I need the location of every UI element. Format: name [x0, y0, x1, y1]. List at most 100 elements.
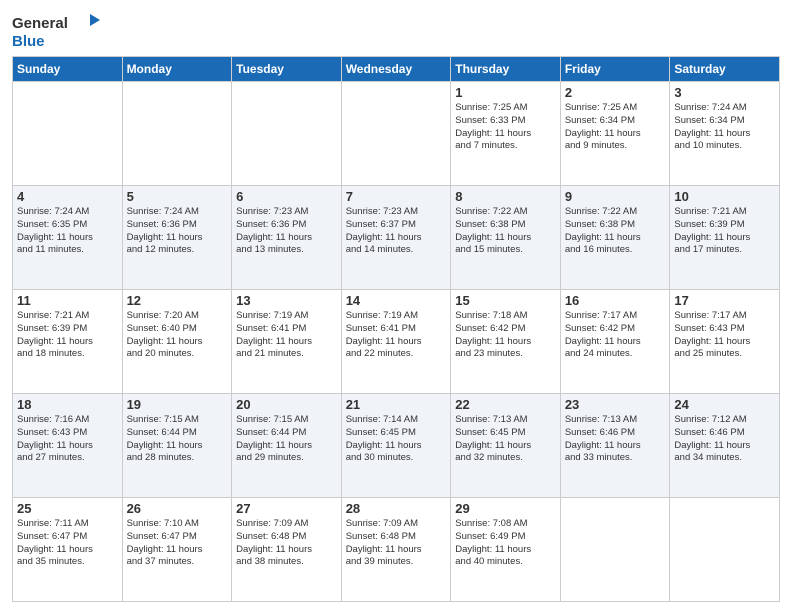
- day-number: 6: [236, 189, 337, 204]
- day-cell: 26 Sunrise: 7:10 AM Sunset: 6:47 PM Dayli…: [122, 498, 232, 602]
- day-info: Sunrise: 7:16 AM Sunset: 6:43 PM Dayligh…: [17, 414, 118, 465]
- day-number: 7: [346, 189, 447, 204]
- day-number: 23: [565, 397, 666, 412]
- day-number: 5: [127, 189, 228, 204]
- day-cell: [122, 82, 232, 186]
- day-cell: 27 Sunrise: 7:09 AM Sunset: 6:48 PM Dayli…: [232, 498, 342, 602]
- day-cell: 23Sunrise: 7:13 AM Sunset: 6:46 PM Dayli…: [560, 394, 670, 498]
- day-cell: 15 Sunrise: 7:18 AM Sunset: 6:42 PM Dayli…: [451, 290, 561, 394]
- day-number: 27: [236, 501, 337, 516]
- week-row-3: 18 Sunrise: 7:16 AM Sunset: 6:43 PM Dayli…: [13, 394, 780, 498]
- day-number: 26: [127, 501, 228, 516]
- logo-svg: General Blue: [12, 10, 102, 50]
- day-number: 15: [455, 293, 556, 308]
- day-cell: 4 Sunrise: 7:24 AM Sunset: 6:35 PM Daylig…: [13, 186, 123, 290]
- day-cell: 2 Sunrise: 7:25 AM Sunset: 6:34 PM Daylig…: [560, 82, 670, 186]
- day-cell: 21Sunrise: 7:14 AM Sunset: 6:45 PM Dayli…: [341, 394, 451, 498]
- day-info: Sunrise: 7:19 AM Sunset: 6:41 PM Dayligh…: [346, 310, 447, 361]
- week-row-4: 25 Sunrise: 7:11 AM Sunset: 6:47 PM Dayli…: [13, 498, 780, 602]
- day-number: 16: [565, 293, 666, 308]
- day-cell: 9 Sunrise: 7:22 AM Sunset: 6:38 PM Daylig…: [560, 186, 670, 290]
- header-row: SundayMondayTuesdayWednesdayThursdayFrid…: [13, 57, 780, 82]
- day-info: Sunrise: 7:17 AM Sunset: 6:43 PM Dayligh…: [674, 310, 775, 361]
- day-number: 17: [674, 293, 775, 308]
- page: General Blue SundayMondayTuesdayWednesda…: [0, 0, 792, 612]
- day-number: 22: [455, 397, 556, 412]
- day-info: Sunrise: 7:09 AM Sunset: 6:48 PM Dayligh…: [346, 518, 447, 569]
- day-info: Sunrise: 7:24 AM Sunset: 6:36 PM Dayligh…: [127, 206, 228, 257]
- day-number: 4: [17, 189, 118, 204]
- day-info: Sunrise: 7:13 AM Sunset: 6:45 PM Dayligh…: [455, 414, 556, 465]
- weekday-header-thursday: Thursday: [451, 57, 561, 82]
- day-info: Sunrise: 7:25 AM Sunset: 6:34 PM Dayligh…: [565, 102, 666, 153]
- day-cell: [341, 82, 451, 186]
- day-cell: 17 Sunrise: 7:17 AM Sunset: 6:43 PM Dayli…: [670, 290, 780, 394]
- day-cell: 10 Sunrise: 7:21 AM Sunset: 6:39 PM Dayli…: [670, 186, 780, 290]
- day-info: Sunrise: 7:15 AM Sunset: 6:44 PM Dayligh…: [236, 414, 337, 465]
- day-cell: [560, 498, 670, 602]
- weekday-header-wednesday: Wednesday: [341, 57, 451, 82]
- day-cell: 16 Sunrise: 7:17 AM Sunset: 6:42 PM Dayli…: [560, 290, 670, 394]
- week-row-1: 4 Sunrise: 7:24 AM Sunset: 6:35 PM Daylig…: [13, 186, 780, 290]
- weekday-header-tuesday: Tuesday: [232, 57, 342, 82]
- day-number: 18: [17, 397, 118, 412]
- day-number: 28: [346, 501, 447, 516]
- day-number: 11: [17, 293, 118, 308]
- day-number: 8: [455, 189, 556, 204]
- day-info: Sunrise: 7:09 AM Sunset: 6:48 PM Dayligh…: [236, 518, 337, 569]
- day-info: Sunrise: 7:10 AM Sunset: 6:47 PM Dayligh…: [127, 518, 228, 569]
- day-cell: 6 Sunrise: 7:23 AM Sunset: 6:36 PM Daylig…: [232, 186, 342, 290]
- day-number: 1: [455, 85, 556, 100]
- day-number: 3: [674, 85, 775, 100]
- day-cell: 14 Sunrise: 7:19 AM Sunset: 6:41 PM Dayli…: [341, 290, 451, 394]
- day-number: 20: [236, 397, 337, 412]
- day-info: Sunrise: 7:19 AM Sunset: 6:41 PM Dayligh…: [236, 310, 337, 361]
- day-cell: 29 Sunrise: 7:08 AM Sunset: 6:49 PM Dayli…: [451, 498, 561, 602]
- day-info: Sunrise: 7:12 AM Sunset: 6:46 PM Dayligh…: [674, 414, 775, 465]
- day-cell: 25 Sunrise: 7:11 AM Sunset: 6:47 PM Dayli…: [13, 498, 123, 602]
- day-info: Sunrise: 7:11 AM Sunset: 6:47 PM Dayligh…: [17, 518, 118, 569]
- day-info: Sunrise: 7:22 AM Sunset: 6:38 PM Dayligh…: [565, 206, 666, 257]
- day-info: Sunrise: 7:14 AM Sunset: 6:45 PM Dayligh…: [346, 414, 447, 465]
- day-cell: 11 Sunrise: 7:21 AM Sunset: 6:39 PM Dayli…: [13, 290, 123, 394]
- day-number: 9: [565, 189, 666, 204]
- svg-text:General: General: [12, 15, 68, 32]
- day-cell: 7Sunrise: 7:23 AM Sunset: 6:37 PM Daylig…: [341, 186, 451, 290]
- day-cell: 22 Sunrise: 7:13 AM Sunset: 6:45 PM Dayli…: [451, 394, 561, 498]
- day-info: Sunrise: 7:22 AM Sunset: 6:38 PM Dayligh…: [455, 206, 556, 257]
- day-info: Sunrise: 7:18 AM Sunset: 6:42 PM Dayligh…: [455, 310, 556, 361]
- weekday-header-saturday: Saturday: [670, 57, 780, 82]
- day-cell: 5 Sunrise: 7:24 AM Sunset: 6:36 PM Daylig…: [122, 186, 232, 290]
- day-cell: 12 Sunrise: 7:20 AM Sunset: 6:40 PM Dayli…: [122, 290, 232, 394]
- day-cell: 18 Sunrise: 7:16 AM Sunset: 6:43 PM Dayli…: [13, 394, 123, 498]
- weekday-header-friday: Friday: [560, 57, 670, 82]
- weekday-header-sunday: Sunday: [13, 57, 123, 82]
- day-number: 19: [127, 397, 228, 412]
- day-number: 2: [565, 85, 666, 100]
- day-info: Sunrise: 7:21 AM Sunset: 6:39 PM Dayligh…: [17, 310, 118, 361]
- day-cell: 24 Sunrise: 7:12 AM Sunset: 6:46 PM Dayli…: [670, 394, 780, 498]
- day-info: Sunrise: 7:15 AM Sunset: 6:44 PM Dayligh…: [127, 414, 228, 465]
- day-info: Sunrise: 7:24 AM Sunset: 6:35 PM Dayligh…: [17, 206, 118, 257]
- day-cell: [13, 82, 123, 186]
- header: General Blue: [12, 10, 780, 50]
- day-number: 12: [127, 293, 228, 308]
- day-cell: 20 Sunrise: 7:15 AM Sunset: 6:44 PM Dayli…: [232, 394, 342, 498]
- day-number: 24: [674, 397, 775, 412]
- day-info: Sunrise: 7:08 AM Sunset: 6:49 PM Dayligh…: [455, 518, 556, 569]
- day-number: 25: [17, 501, 118, 516]
- day-number: 29: [455, 501, 556, 516]
- day-info: Sunrise: 7:17 AM Sunset: 6:42 PM Dayligh…: [565, 310, 666, 361]
- day-info: Sunrise: 7:25 AM Sunset: 6:33 PM Dayligh…: [455, 102, 556, 153]
- day-number: 14: [346, 293, 447, 308]
- day-number: 10: [674, 189, 775, 204]
- day-info: Sunrise: 7:21 AM Sunset: 6:39 PM Dayligh…: [674, 206, 775, 257]
- day-cell: 1 Sunrise: 7:25 AM Sunset: 6:33 PM Daylig…: [451, 82, 561, 186]
- day-cell: 19 Sunrise: 7:15 AM Sunset: 6:44 PM Dayli…: [122, 394, 232, 498]
- day-cell: 13Sunrise: 7:19 AM Sunset: 6:41 PM Dayli…: [232, 290, 342, 394]
- day-info: Sunrise: 7:23 AM Sunset: 6:36 PM Dayligh…: [236, 206, 337, 257]
- logo: General Blue: [12, 10, 102, 50]
- week-row-2: 11 Sunrise: 7:21 AM Sunset: 6:39 PM Dayli…: [13, 290, 780, 394]
- day-cell: [670, 498, 780, 602]
- day-info: Sunrise: 7:20 AM Sunset: 6:40 PM Dayligh…: [127, 310, 228, 361]
